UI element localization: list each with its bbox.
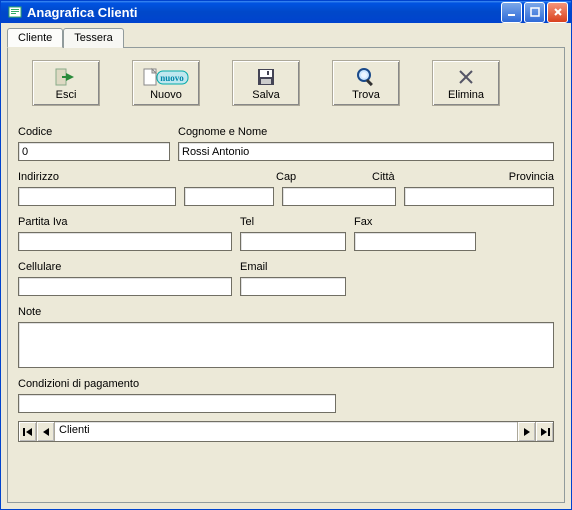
nav-first-button[interactable] — [19, 422, 37, 441]
nav-prev-button[interactable] — [37, 422, 55, 441]
condizioni-label: Condizioni di pagamento — [18, 376, 139, 392]
elimina-button[interactable]: Elimina — [432, 60, 500, 106]
indirizzo-label: Indirizzo — [18, 169, 276, 185]
tab-tessera[interactable]: Tessera — [63, 28, 124, 48]
tab-cliente[interactable]: Cliente — [7, 28, 63, 48]
email-label: Email — [240, 259, 554, 275]
maximize-button[interactable] — [524, 2, 545, 23]
nav-last-button[interactable] — [535, 422, 553, 441]
client-area: Cliente Tessera Esci — [1, 23, 571, 509]
exit-icon — [54, 66, 78, 88]
nuovo-label: Nuovo — [150, 89, 182, 101]
note-label: Note — [18, 304, 41, 320]
condizioni-field[interactable] — [18, 394, 336, 413]
citta-field[interactable] — [282, 187, 396, 206]
esci-button[interactable]: Esci — [32, 60, 100, 106]
tel-field[interactable] — [240, 232, 346, 251]
cognome-nome-field[interactable] — [178, 142, 554, 161]
nav-next-button[interactable] — [517, 422, 535, 441]
elimina-label: Elimina — [448, 89, 484, 101]
provincia-field[interactable] — [404, 187, 554, 206]
new-document-icon: nuovo — [143, 66, 189, 88]
nuovo-button[interactable]: nuovo Nuovo — [132, 60, 200, 106]
cognome-nome-label: Cognome e Nome — [178, 124, 554, 140]
cap-field[interactable] — [184, 187, 274, 206]
record-navigator: Clienti — [18, 421, 554, 442]
fax-label: Fax — [354, 214, 554, 230]
note-field[interactable] — [18, 322, 554, 368]
nav-label: Clienti — [55, 422, 517, 441]
codice-field[interactable] — [18, 142, 170, 161]
fax-field[interactable] — [354, 232, 476, 251]
partita-iva-field[interactable] — [18, 232, 232, 251]
indirizzo-field[interactable] — [18, 187, 176, 206]
partita-iva-label: Partita Iva — [18, 214, 240, 230]
tabstrip: Cliente Tessera — [7, 27, 565, 47]
save-icon — [256, 66, 276, 88]
trova-label: Trova — [352, 89, 380, 101]
search-icon — [355, 66, 377, 88]
svg-text:nuovo: nuovo — [160, 73, 184, 83]
tel-label: Tel — [240, 214, 354, 230]
provincia-label: Provincia — [492, 169, 554, 185]
citta-label: Città — [372, 169, 492, 185]
cellulare-label: Cellulare — [18, 259, 240, 275]
window-title: Anagrafica Clienti — [27, 5, 501, 20]
salva-label: Salva — [252, 89, 280, 101]
tab-panel-cliente: Esci nuovo Nuovo — [7, 47, 565, 503]
email-field[interactable] — [240, 277, 346, 296]
delete-icon — [456, 66, 476, 88]
cap-label: Cap — [276, 169, 372, 185]
trova-button[interactable]: Trova — [332, 60, 400, 106]
esci-label: Esci — [56, 89, 77, 101]
app-window: Anagrafica Clienti Cliente Tessera — [0, 0, 572, 510]
minimize-button[interactable] — [501, 2, 522, 23]
close-button[interactable] — [547, 2, 568, 23]
toolbar: Esci nuovo Nuovo — [18, 60, 554, 106]
cellulare-field[interactable] — [18, 277, 232, 296]
app-icon — [7, 4, 23, 20]
titlebar: Anagrafica Clienti — [1, 1, 571, 23]
salva-button[interactable]: Salva — [232, 60, 300, 106]
codice-label: Codice — [18, 124, 178, 140]
